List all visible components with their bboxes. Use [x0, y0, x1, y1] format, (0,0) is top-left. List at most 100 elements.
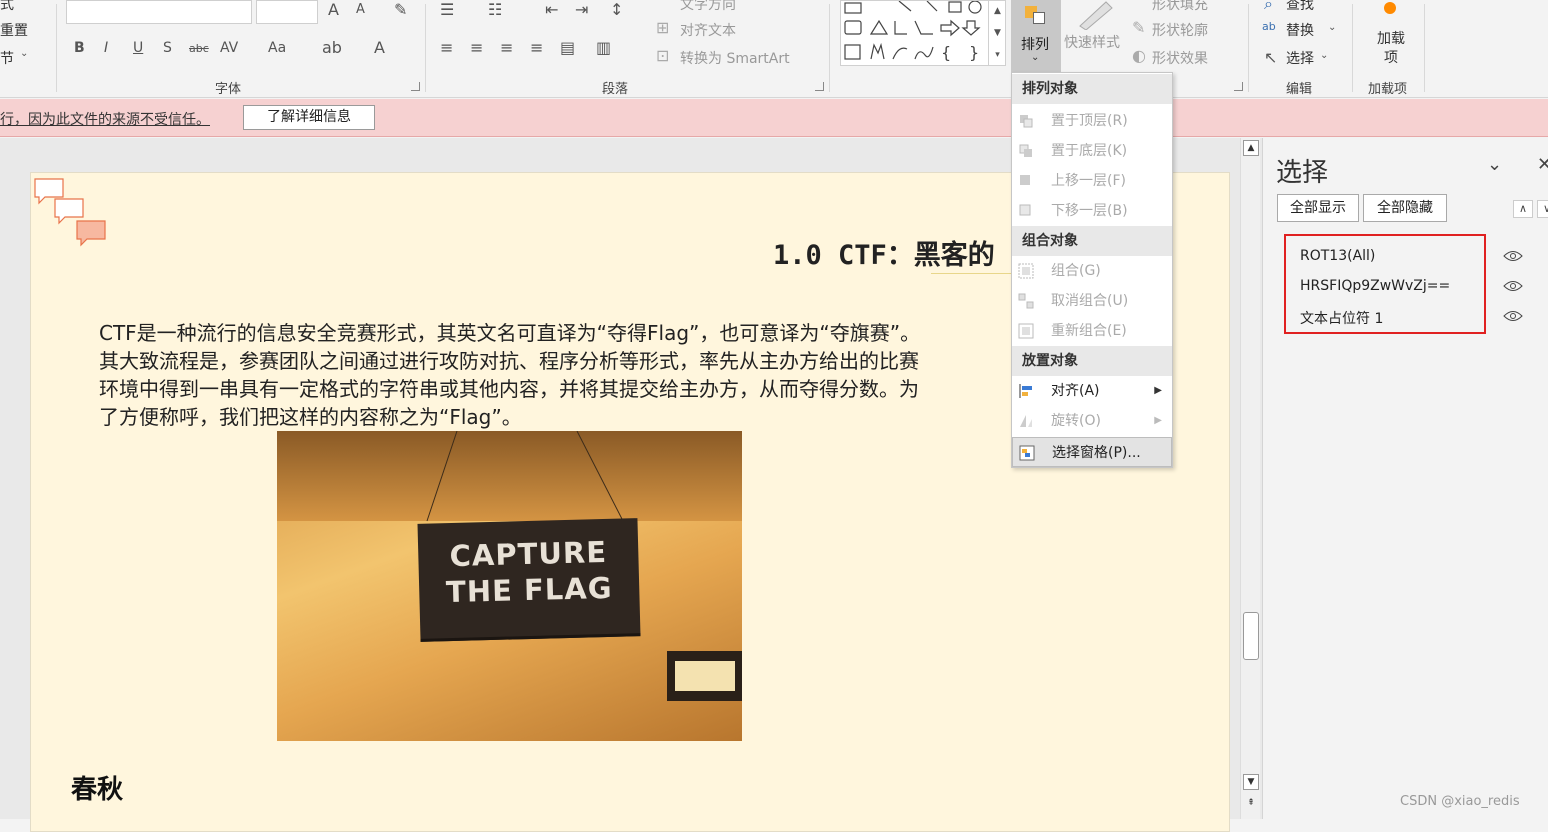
menu-ungroup[interactable]: 取消组合(U)	[1012, 286, 1172, 316]
align-center-icon[interactable]: ≡	[470, 38, 483, 57]
line-spacing-icon[interactable]: ↕	[610, 0, 623, 19]
chevron-down-icon: ⌄	[1328, 22, 1337, 33]
eye-icon[interactable]	[1503, 310, 1523, 322]
increase-indent-icon[interactable]: ⇥	[575, 0, 588, 19]
clear-format-icon[interactable]: ✎	[394, 0, 407, 19]
replace-button[interactable]: 替换	[1286, 20, 1314, 40]
object-item-encoded[interactable]: HRSFIQp9ZwWvZj==	[1300, 278, 1450, 294]
convert-smartart-button[interactable]: 转换为 SmartArt	[680, 48, 790, 68]
close-icon[interactable]: ✕	[1537, 154, 1548, 175]
align-left-icon[interactable]: ≡	[440, 38, 453, 57]
menu-header-group: 组合对象	[1012, 226, 1172, 256]
menu-group[interactable]: 组合(G)	[1012, 256, 1172, 286]
shapes-gallery[interactable]: { }	[840, 0, 1006, 66]
gallery-scroll[interactable]: ▲ ▼ ▾	[988, 0, 1006, 66]
shadow-button[interactable]: S	[163, 40, 172, 56]
menu-header-position: 放置对象	[1012, 346, 1172, 376]
smartart-icon: ⊡	[656, 46, 670, 65]
select-button[interactable]: 选择	[1286, 48, 1314, 68]
selection-pane-icon	[1019, 445, 1035, 461]
menu-send-to-back[interactable]: 置于底层(K)	[1012, 136, 1172, 166]
chunqiu-logo: 春秋	[71, 775, 124, 805]
underline-button[interactable]: U	[133, 40, 143, 56]
scroll-thumb[interactable]	[1243, 612, 1259, 660]
svg-text:}: }	[969, 43, 979, 62]
rotate-icon	[1020, 415, 1032, 427]
ribbon-stub-format[interactable]: 式	[0, 0, 14, 14]
menu-selection-pane[interactable]: 选择窗格(P)...	[1012, 437, 1172, 467]
paragraph-dialog-launcher[interactable]	[815, 82, 824, 91]
columns-icon[interactable]: ▥	[596, 38, 611, 57]
font-dialog-launcher[interactable]	[411, 82, 420, 91]
slide-body-text[interactable]: CTF是一种流行的信息安全竞赛形式，其英文名可直译为“夺得Flag”，也可意译为…	[99, 319, 1059, 431]
italic-button[interactable]: I	[104, 40, 108, 56]
addins-button[interactable]: 加载项	[1376, 30, 1406, 68]
grow-font-icon[interactable]: A	[328, 0, 339, 19]
menu-send-backward[interactable]: 下移一层(B)	[1012, 196, 1172, 226]
menu-regroup[interactable]: 重新组合(E)	[1012, 316, 1172, 346]
capture-the-flag-photo[interactable]: CAPTURE THE FLAG	[277, 431, 742, 741]
eye-icon[interactable]	[1503, 250, 1523, 262]
menu-item-label: 选择窗格(P)...	[1052, 445, 1141, 461]
scroll-up-button[interactable]: ▲	[1243, 140, 1259, 156]
decrease-indent-icon[interactable]: ⇤	[545, 0, 558, 19]
paragraph-group-label: 段落	[602, 82, 629, 97]
highlight-icon[interactable]: ab	[322, 38, 342, 57]
bring-forward-button[interactable]: ∧	[1513, 200, 1533, 218]
font-color-button[interactable]: A	[374, 38, 385, 57]
shape-effects-icon: ◐	[1132, 46, 1146, 65]
quick-styles-button[interactable]: 快速样式	[1064, 32, 1120, 52]
numbering-icon[interactable]: ☷	[488, 0, 502, 19]
eye-icon[interactable]	[1503, 280, 1523, 292]
ribbon-stub-reset[interactable]: 重置	[0, 20, 28, 40]
send-backward-button[interactable]: ∨	[1537, 200, 1548, 218]
drawing-dialog-launcher[interactable]	[1234, 82, 1243, 91]
font-name-combo[interactable]	[66, 0, 252, 24]
font-group-label: 字体	[215, 82, 242, 97]
char-spacing-button[interactable]: AV	[220, 40, 238, 56]
bullets-icon[interactable]: ☰	[440, 0, 454, 19]
pane-options-chevron-icon[interactable]: ⌄	[1487, 154, 1502, 175]
shrink-font-icon[interactable]: A	[356, 2, 365, 17]
body-line: 了方便称呼，我们把这样的内容称之为“Flag”。	[99, 405, 522, 429]
learn-more-button[interactable]: 了解详细信息	[243, 105, 375, 130]
ribbon-divider	[1424, 4, 1425, 92]
flag-sign: CAPTURE THE FLAG	[417, 518, 641, 642]
menu-rotate[interactable]: 旋转(O) ▶	[1012, 406, 1172, 436]
distributed-icon[interactable]: ▤	[560, 38, 575, 57]
ribbon-divider	[1352, 4, 1353, 92]
shape-outline-button[interactable]: 形状轮廓	[1152, 20, 1208, 40]
ribbon-stub-section[interactable]: 节	[0, 48, 14, 68]
menu-item-label: 旋转(O)	[1051, 413, 1101, 429]
object-item-rot13[interactable]: ROT13(All)	[1300, 248, 1375, 264]
align-icon	[1019, 384, 1032, 398]
bold-button[interactable]: B	[74, 40, 85, 56]
slide-title[interactable]: 1.0 CTF：黑客的	[773, 233, 995, 272]
replace-icon: ab	[1262, 20, 1276, 33]
menu-align[interactable]: 对齐(A) ▶	[1012, 376, 1172, 406]
menu-item-label: 对齐(A)	[1051, 383, 1100, 399]
sign-text-line1: CAPTURE	[449, 534, 608, 574]
hide-all-button[interactable]: 全部隐藏	[1363, 194, 1447, 222]
menu-bring-forward[interactable]: 上移一层(F)	[1012, 166, 1172, 196]
text-direction-button[interactable]: 文字方向	[680, 0, 736, 14]
align-right-icon[interactable]: ≡	[500, 38, 513, 57]
vertical-scrollbar[interactable]: ▲ ▼ ⇞	[1240, 138, 1260, 819]
arrange-button[interactable]: 排列 ⌄	[1011, 0, 1061, 72]
send-backward-icon	[1019, 204, 1031, 216]
change-case-button[interactable]: Aa	[268, 40, 286, 56]
strikethrough-button[interactable]: abc	[189, 42, 209, 55]
prev-slide-button[interactable]: ⇞	[1243, 796, 1259, 812]
shape-effects-button[interactable]: 形状效果	[1152, 48, 1208, 68]
object-item-text-placeholder[interactable]: 文本占位符 1	[1300, 308, 1383, 328]
shape-fill-button[interactable]: 形状填充	[1152, 0, 1208, 14]
scroll-down-button[interactable]: ▼	[1243, 774, 1259, 790]
show-all-button[interactable]: 全部显示	[1277, 194, 1359, 222]
align-text-button[interactable]: 对齐文本	[680, 20, 736, 40]
find-button[interactable]: 查找	[1286, 0, 1314, 14]
menu-bring-to-front[interactable]: 置于顶层(R)	[1012, 106, 1172, 136]
font-size-combo[interactable]	[256, 0, 318, 24]
justify-icon[interactable]: ≡	[530, 38, 543, 57]
send-to-back-icon	[1019, 144, 1032, 157]
shapes-gallery-icons: { }	[844, 0, 982, 62]
